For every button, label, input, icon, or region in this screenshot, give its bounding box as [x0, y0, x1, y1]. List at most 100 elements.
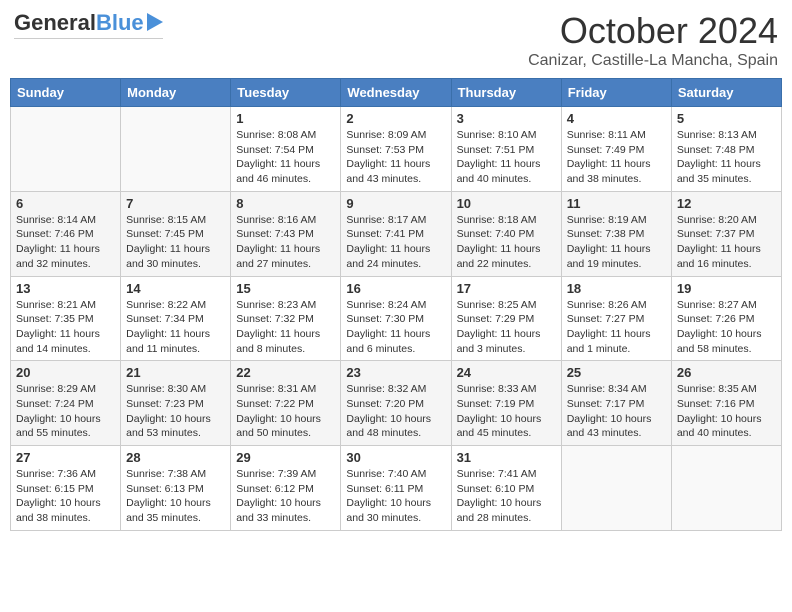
logo-arrow-icon: [147, 13, 163, 31]
day-info: Sunrise: 8:29 AM Sunset: 7:24 PM Dayligh…: [16, 382, 115, 441]
calendar-cell: 28 Sunrise: 7:38 AM Sunset: 6:13 PM Dayli…: [121, 446, 231, 531]
calendar-cell: 9 Sunrise: 8:17 AM Sunset: 7:41 PM Daylig…: [341, 191, 451, 276]
day-info: Sunrise: 8:19 AM Sunset: 7:38 PM Dayligh…: [567, 213, 666, 272]
calendar-cell: 12 Sunrise: 8:20 AM Sunset: 7:37 PM Dayli…: [671, 191, 781, 276]
calendar-cell: 22 Sunrise: 8:31 AM Sunset: 7:22 PM Dayli…: [231, 361, 341, 446]
calendar-cell: 20Sunrise: 8:29 AM Sunset: 7:24 PM Dayli…: [11, 361, 121, 446]
day-number: 11: [567, 196, 666, 211]
day-number: 31: [457, 450, 556, 465]
calendar-week-2: 6Sunrise: 8:14 AM Sunset: 7:46 PM Daylig…: [11, 191, 782, 276]
calendar-week-3: 13 Sunrise: 8:21 AM Sunset: 7:35 PM Dayli…: [11, 276, 782, 361]
day-info: Sunrise: 8:26 AM Sunset: 7:27 PM Dayligh…: [567, 298, 666, 357]
day-number: 8: [236, 196, 335, 211]
day-number: 29: [236, 450, 335, 465]
day-number: 15: [236, 281, 335, 296]
month-title: October 2024: [528, 10, 778, 52]
calendar-cell: 1 Sunrise: 8:08 AM Sunset: 7:54 PM Daylig…: [231, 107, 341, 192]
day-info: Sunrise: 8:08 AM Sunset: 7:54 PM Dayligh…: [236, 128, 335, 187]
calendar-cell: 8 Sunrise: 8:16 AM Sunset: 7:43 PM Daylig…: [231, 191, 341, 276]
calendar-cell: 29 Sunrise: 7:39 AM Sunset: 6:12 PM Dayli…: [231, 446, 341, 531]
day-info: Sunrise: 8:15 AM Sunset: 7:45 PM Dayligh…: [126, 213, 225, 272]
day-info: Sunrise: 7:38 AM Sunset: 6:13 PM Dayligh…: [126, 467, 225, 526]
logo-general: General: [14, 10, 96, 36]
calendar-cell: [121, 107, 231, 192]
day-number: 5: [677, 111, 776, 126]
calendar-week-4: 20Sunrise: 8:29 AM Sunset: 7:24 PM Dayli…: [11, 361, 782, 446]
day-info: Sunrise: 8:31 AM Sunset: 7:22 PM Dayligh…: [236, 382, 335, 441]
calendar-week-5: 27 Sunrise: 7:36 AM Sunset: 6:15 PM Dayli…: [11, 446, 782, 531]
day-number: 7: [126, 196, 225, 211]
calendar-cell: 16Sunrise: 8:24 AM Sunset: 7:30 PM Dayli…: [341, 276, 451, 361]
logo-blue: Blue: [96, 10, 144, 36]
calendar-cell: 11 Sunrise: 8:19 AM Sunset: 7:38 PM Dayli…: [561, 191, 671, 276]
calendar-cell: 4 Sunrise: 8:11 AM Sunset: 7:49 PM Daylig…: [561, 107, 671, 192]
calendar-cell: 30 Sunrise: 7:40 AM Sunset: 6:11 PM Dayli…: [341, 446, 451, 531]
calendar-cell: 5 Sunrise: 8:13 AM Sunset: 7:48 PM Daylig…: [671, 107, 781, 192]
calendar-cell: 18 Sunrise: 8:26 AM Sunset: 7:27 PM Dayli…: [561, 276, 671, 361]
day-info: Sunrise: 8:17 AM Sunset: 7:41 PM Dayligh…: [346, 213, 445, 272]
day-number: 30: [346, 450, 445, 465]
calendar-cell: 15 Sunrise: 8:23 AM Sunset: 7:32 PM Dayli…: [231, 276, 341, 361]
day-info: Sunrise: 8:24 AM Sunset: 7:30 PM Dayligh…: [346, 298, 445, 357]
calendar-cell: 31 Sunrise: 7:41 AM Sunset: 6:10 PM Dayli…: [451, 446, 561, 531]
day-info: Sunrise: 8:14 AM Sunset: 7:46 PM Dayligh…: [16, 213, 115, 272]
day-info: Sunrise: 7:36 AM Sunset: 6:15 PM Dayligh…: [16, 467, 115, 526]
day-number: 12: [677, 196, 776, 211]
day-info: Sunrise: 8:16 AM Sunset: 7:43 PM Dayligh…: [236, 213, 335, 272]
day-info: Sunrise: 8:30 AM Sunset: 7:23 PM Dayligh…: [126, 382, 225, 441]
day-info: Sunrise: 8:33 AM Sunset: 7:19 PM Dayligh…: [457, 382, 556, 441]
day-number: 24: [457, 365, 556, 380]
page-header: General Blue October 2024 Canizar, Casti…: [10, 10, 782, 70]
weekday-header-saturday: Saturday: [671, 79, 781, 107]
day-info: Sunrise: 8:34 AM Sunset: 7:17 PM Dayligh…: [567, 382, 666, 441]
day-number: 14: [126, 281, 225, 296]
day-info: Sunrise: 8:13 AM Sunset: 7:48 PM Dayligh…: [677, 128, 776, 187]
day-number: 23: [346, 365, 445, 380]
day-number: 1: [236, 111, 335, 126]
day-number: 4: [567, 111, 666, 126]
day-info: Sunrise: 8:25 AM Sunset: 7:29 PM Dayligh…: [457, 298, 556, 357]
weekday-header-friday: Friday: [561, 79, 671, 107]
day-number: 13: [16, 281, 115, 296]
day-number: 27: [16, 450, 115, 465]
calendar-cell: 25 Sunrise: 8:34 AM Sunset: 7:17 PM Dayli…: [561, 361, 671, 446]
calendar-cell: 17Sunrise: 8:25 AM Sunset: 7:29 PM Dayli…: [451, 276, 561, 361]
calendar-cell: 21 Sunrise: 8:30 AM Sunset: 7:23 PM Dayli…: [121, 361, 231, 446]
calendar-cell: 2Sunrise: 8:09 AM Sunset: 7:53 PM Daylig…: [341, 107, 451, 192]
day-info: Sunrise: 7:41 AM Sunset: 6:10 PM Dayligh…: [457, 467, 556, 526]
calendar-week-1: 1 Sunrise: 8:08 AM Sunset: 7:54 PM Daylig…: [11, 107, 782, 192]
day-number: 18: [567, 281, 666, 296]
calendar-cell: 26 Sunrise: 8:35 AM Sunset: 7:16 PM Dayli…: [671, 361, 781, 446]
calendar-cell: 24 Sunrise: 8:33 AM Sunset: 7:19 PM Dayli…: [451, 361, 561, 446]
day-number: 2: [346, 111, 445, 126]
weekday-header-wednesday: Wednesday: [341, 79, 451, 107]
calendar-cell: [671, 446, 781, 531]
day-number: 26: [677, 365, 776, 380]
day-number: 22: [236, 365, 335, 380]
day-info: Sunrise: 8:20 AM Sunset: 7:37 PM Dayligh…: [677, 213, 776, 272]
day-info: Sunrise: 8:35 AM Sunset: 7:16 PM Dayligh…: [677, 382, 776, 441]
calendar-cell: 27 Sunrise: 7:36 AM Sunset: 6:15 PM Dayli…: [11, 446, 121, 531]
day-number: 10: [457, 196, 556, 211]
calendar-cell: 19Sunrise: 8:27 AM Sunset: 7:26 PM Dayli…: [671, 276, 781, 361]
day-info: Sunrise: 8:21 AM Sunset: 7:35 PM Dayligh…: [16, 298, 115, 357]
day-number: 21: [126, 365, 225, 380]
calendar-cell: 3Sunrise: 8:10 AM Sunset: 7:51 PM Daylig…: [451, 107, 561, 192]
day-number: 9: [346, 196, 445, 211]
day-info: Sunrise: 8:18 AM Sunset: 7:40 PM Dayligh…: [457, 213, 556, 272]
day-info: Sunrise: 8:22 AM Sunset: 7:34 PM Dayligh…: [126, 298, 225, 357]
location-title: Canizar, Castille-La Mancha, Spain: [528, 52, 778, 70]
day-info: Sunrise: 7:40 AM Sunset: 6:11 PM Dayligh…: [346, 467, 445, 526]
weekday-header-sunday: Sunday: [11, 79, 121, 107]
day-info: Sunrise: 8:11 AM Sunset: 7:49 PM Dayligh…: [567, 128, 666, 187]
calendar-cell: 23Sunrise: 8:32 AM Sunset: 7:20 PM Dayli…: [341, 361, 451, 446]
day-number: 25: [567, 365, 666, 380]
day-info: Sunrise: 8:27 AM Sunset: 7:26 PM Dayligh…: [677, 298, 776, 357]
day-number: 28: [126, 450, 225, 465]
day-info: Sunrise: 8:23 AM Sunset: 7:32 PM Dayligh…: [236, 298, 335, 357]
day-info: Sunrise: 7:39 AM Sunset: 6:12 PM Dayligh…: [236, 467, 335, 526]
calendar-cell: [11, 107, 121, 192]
calendar-cell: 13 Sunrise: 8:21 AM Sunset: 7:35 PM Dayli…: [11, 276, 121, 361]
weekday-header-tuesday: Tuesday: [231, 79, 341, 107]
calendar-cell: [561, 446, 671, 531]
